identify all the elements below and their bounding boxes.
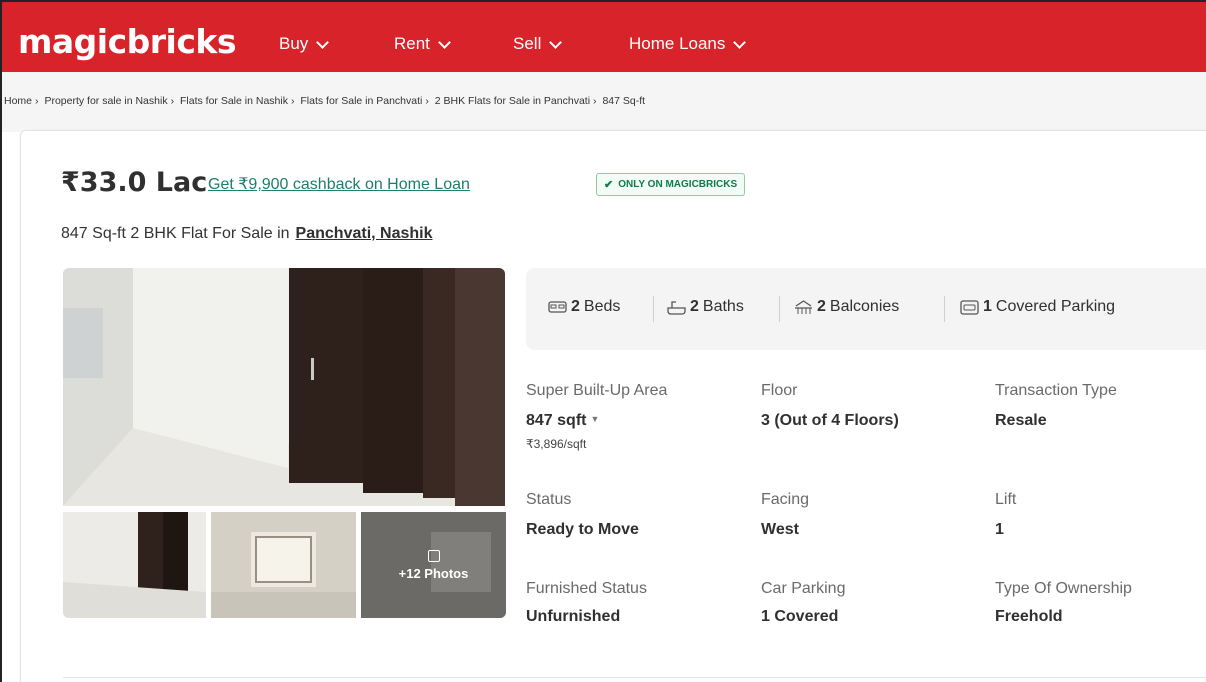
car-parking-value: 1 Covered [761,608,839,625]
image-icon [427,549,440,562]
balconies-count: 2 [817,298,826,315]
breadcrumb-separator: › [290,95,295,107]
facing-value: West [761,521,799,538]
divider [779,296,780,322]
bed-icon [548,300,567,313]
nav-home-loans[interactable]: Home Loans [629,34,747,54]
parking-label: Covered Parking [995,298,1116,315]
caret-down-icon: ▼ [590,414,600,424]
balcony-icon [795,299,812,314]
amenity-baths: 2 Baths [667,298,744,316]
lift-label: Lift [995,491,1017,508]
chevron-down-icon [549,35,563,49]
page-frame: magicbricks Buy Rent Sell Home Loans Hom… [0,0,1206,682]
nav-buy-label: Buy [279,34,309,53]
check-icon: ✔ [604,179,614,191]
more-photos-overlay[interactable]: +12 Photos [361,512,506,618]
thumbnail-photo-1[interactable] [63,512,206,618]
chevron-down-icon [438,35,451,49]
breadcrumb-separator: › [425,95,429,107]
thumbnail-photo-2[interactable] [211,512,356,618]
floor-label: Floor [761,382,798,399]
only-on-magicbricks-badge: ✔ ONLY ON MAGICBRICKS [596,173,746,196]
thumbnail-photo-more[interactable]: +12 Photos [361,512,506,618]
lift-value: 1 [995,521,1004,538]
breadcrumb: Home › Property for sale in Nashik › Flats… [4,95,645,107]
more-photos-label: +12 Photos [398,565,469,581]
status-value: Ready to Move [526,521,639,538]
car-icon [960,299,979,315]
beds-label: Beds [583,298,621,315]
divider [944,296,945,322]
listing-subtitle: 847 Sq-ft 2 BHK Flat For Sale in Panchvat… [61,225,433,243]
super-area-value[interactable]: 847 sqft ▼ [526,412,599,430]
chevron-down-icon [733,35,747,49]
balconies-label: Balconies [829,298,900,315]
breadcrumb-flats-nashik[interactable]: Flats for Sale in Nashik [180,95,288,107]
facing-label: Facing [761,491,810,508]
amenity-balconies: 2 Balconies [794,298,899,316]
breadcrumb-property-nashik[interactable]: Property for sale in Nashik [44,95,167,107]
breadcrumb-flats-panchvati[interactable]: Flats for Sale in Panchvati [300,95,422,107]
floor-value: 3 (Out of 4 Floors) [761,412,899,429]
beds-count: 2 [571,298,580,315]
amenities-bar: 2 Beds 2 Baths 2 Balconies 1 Covered Parking [526,268,1206,350]
status-label: Status [526,491,572,508]
transaction-type-value: Resale [995,412,1047,429]
nav-rent-label: Rent [394,34,430,53]
amenity-parking: 1 Covered Parking [960,298,1115,316]
price: ₹33.0 Lac [61,167,208,198]
top-navbar: magicbricks Buy Rent Sell Home Loans [2,2,1206,72]
breadcrumb-2bhk-panchvati[interactable]: 2 BHK Flats for Sale in Panchvati [435,95,590,107]
bathtub-icon [667,300,686,315]
furnished-status-label: Furnished Status [526,580,647,597]
amenity-beds: 2 Beds [548,298,620,316]
subtitle-text: 847 Sq-ft 2 BHK Flat For Sale in [61,225,290,242]
cashback-link[interactable]: Get ₹9,900 cashback on Home Loan [208,174,470,194]
ownership-value: Freehold [995,608,1063,625]
super-area-label: Super Built-Up Area [526,382,668,399]
transaction-type-label: Transaction Type [995,382,1117,399]
parking-count: 1 [983,298,992,315]
ownership-label: Type Of Ownership [995,580,1132,597]
section-divider [63,677,1206,678]
locality-link[interactable]: Panchvati, Nashik [296,225,433,242]
chevron-down-icon [316,35,330,49]
nav-sell-label: Sell [513,34,542,53]
listing-card: ₹33.0 Lac Get ₹9,900 cashback on Home Lo… [20,130,1206,682]
breadcrumb-separator: › [593,95,597,107]
breadcrumb-separator: › [35,95,39,107]
nav-home-loans-label: Home Loans [629,34,726,53]
super-area-value-text: 847 sqft [526,412,587,429]
badge-label: ONLY ON MAGICBRICKS [618,179,738,190]
thumbnail-image [211,512,356,618]
car-parking-label: Car Parking [761,580,846,597]
thumbnail-image [63,512,206,618]
furnished-status-value: Unfurnished [526,608,621,625]
price-per-sqft: ₹3,896/sqft [526,437,587,451]
breadcrumb-home[interactable]: Home [4,95,32,107]
baths-count: 2 [690,298,699,315]
nav-rent[interactable]: Rent [394,34,451,54]
breadcrumb-current: 847 Sq-ft [602,95,646,107]
nav-sell[interactable]: Sell [513,34,563,54]
main-photo[interactable] [63,268,505,506]
baths-label: Baths [702,298,744,315]
nav-buy[interactable]: Buy [279,34,330,54]
room-photo-image [63,268,505,506]
magicbricks-logo[interactable]: magicbricks [18,22,237,61]
divider [653,296,654,322]
breadcrumb-separator: › [170,95,175,107]
